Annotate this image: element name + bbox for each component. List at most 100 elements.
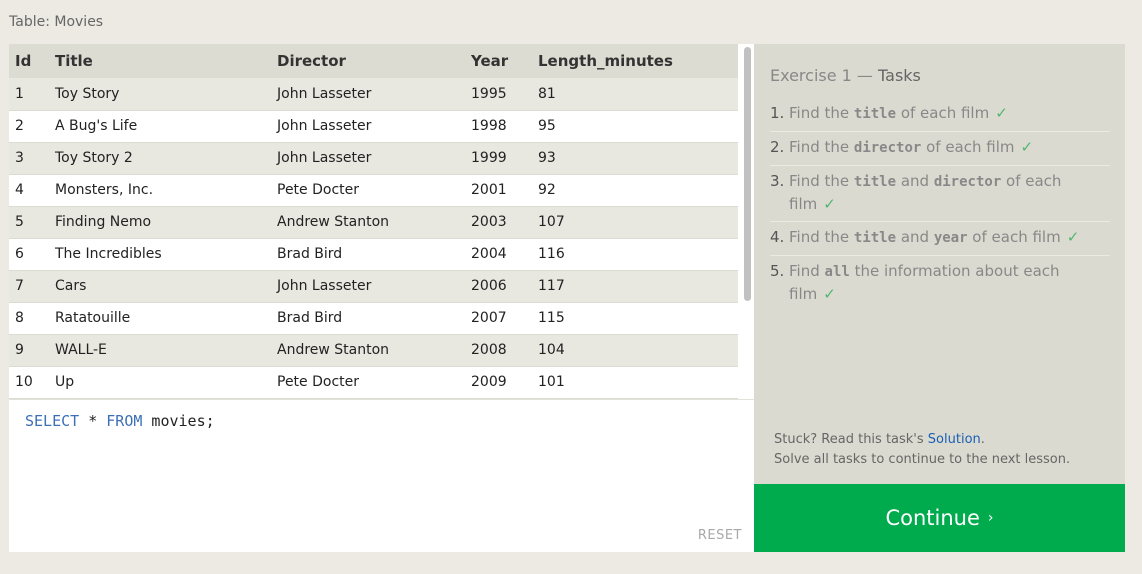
table-cell: Andrew Stanton	[271, 334, 465, 367]
task-number: 2.	[770, 138, 785, 156]
sql-keyword: FROM	[106, 412, 143, 430]
task-text: Find the	[789, 104, 854, 122]
table-row: 5 Finding Nemo Andrew Stanton 2003 107	[9, 206, 738, 239]
table-cell: 2001	[465, 174, 532, 207]
table-cell: 4	[9, 174, 49, 207]
task-number: 1.	[770, 104, 785, 122]
exercise-label: Exercise 1	[770, 66, 852, 85]
table-cell: 92	[532, 174, 738, 207]
table-cell: 1995	[465, 78, 532, 111]
table-cell: 9	[9, 334, 49, 367]
table-cell: 10	[9, 366, 49, 399]
task-number: 4.	[770, 228, 785, 246]
checkmark-icon: ✓	[823, 195, 836, 213]
table-cell: 101	[532, 366, 738, 399]
table-row: 3 Toy Story 2 John Lasseter 1999 93	[9, 142, 738, 175]
task-text: Find the	[789, 138, 854, 156]
table-cell: A Bug's Life	[49, 110, 271, 143]
table-cell: John Lasseter	[271, 270, 465, 303]
tasks-label: Tasks	[878, 66, 921, 85]
solution-link[interactable]: Solution	[928, 432, 981, 447]
table-row: 9 WALL-E Andrew Stanton 2008 104	[9, 334, 738, 367]
table-cell: Pete Docter	[271, 366, 465, 399]
task-keyword: director	[853, 140, 922, 156]
table-row: 6 The Incredibles Brad Bird 2004 116	[9, 238, 738, 271]
column-header: Id	[9, 44, 49, 78]
continue-button[interactable]: Continue ›	[754, 484, 1125, 552]
table-cell: Up	[49, 366, 271, 399]
table-cell: 2008	[465, 334, 532, 367]
task-item: 2. Find the director of each film ✓	[770, 132, 1110, 166]
table-cell: Toy Story	[49, 78, 271, 111]
table-cell: Brad Bird	[271, 302, 465, 335]
table-cell: 1998	[465, 110, 532, 143]
reset-button[interactable]: RESET	[698, 528, 742, 543]
help-text: Stuck? Read this task's Solution. Solve …	[774, 430, 1070, 470]
results-table-panel[interactable]: Id Title Director Year Length_minutes 1T…	[9, 44, 754, 399]
table-cell: 95	[532, 110, 738, 143]
table-cell: 116	[532, 238, 738, 271]
column-header: Title	[49, 44, 271, 78]
continue-label: Continue	[885, 506, 980, 530]
table-cell: Cars	[49, 270, 271, 303]
task-item: 3. Find the title and director of each fi…	[770, 166, 1110, 222]
column-header: Director	[271, 44, 465, 78]
table-caption: Table: Movies	[9, 14, 104, 30]
table-cell: 3	[9, 142, 49, 175]
task-number: 3.	[770, 172, 785, 190]
checkmark-icon: ✓	[1020, 138, 1034, 156]
task-keyword: title	[853, 174, 897, 190]
results-table: Id Title Director Year Length_minutes 1T…	[9, 44, 738, 399]
table-cell: 93	[532, 142, 738, 175]
checkmark-icon: ✓	[823, 285, 836, 303]
task-keyword: year	[933, 230, 968, 246]
checkmark-icon: ✓	[1066, 228, 1080, 246]
table-row: 1 Toy Story John Lasseter 1995 81	[9, 78, 738, 111]
task-text: Find	[789, 262, 825, 280]
table-cell: 1	[9, 78, 49, 111]
table-cell: John Lasseter	[271, 78, 465, 111]
table-cell: 2009	[465, 366, 532, 399]
table-cell: The Incredibles	[49, 238, 271, 271]
table-cell: 117	[532, 270, 738, 303]
title-separator: —	[851, 66, 879, 85]
column-header: Year	[465, 44, 532, 78]
table-cell: 104	[532, 334, 738, 367]
sql-editor[interactable]: SELECT * FROM movies; RESET	[9, 399, 754, 552]
checkmark-icon: ✓	[995, 104, 1008, 122]
table-cell: John Lasseter	[271, 142, 465, 175]
table-cell: 5	[9, 206, 49, 239]
task-keyword: title	[853, 106, 897, 122]
table-header-row: Id Title Director Year Length_minutes	[9, 44, 738, 78]
task-text: and	[896, 172, 934, 190]
task-list: 1. Find the title of each film ✓ 2. Find the…	[770, 98, 1110, 311]
task-item: 1. Find the title of each film ✓	[770, 98, 1110, 132]
table-cell: 7	[9, 270, 49, 303]
chevron-right-icon: ›	[987, 510, 994, 526]
column-header: Length_minutes	[532, 44, 738, 78]
task-text: Find the	[789, 172, 854, 190]
table-cell: John Lasseter	[271, 110, 465, 143]
task-text: of each film	[896, 104, 990, 122]
task-text: of each film	[967, 228, 1061, 246]
table-cell: Andrew Stanton	[271, 206, 465, 239]
table-cell: WALL-E	[49, 334, 271, 367]
task-item: 5. Find all the information about each fi…	[770, 256, 1110, 311]
task-keyword: director	[933, 174, 1002, 190]
sql-query[interactable]: SELECT * FROM movies;	[25, 412, 215, 430]
table-cell: 2006	[465, 270, 532, 303]
table-cell: 2004	[465, 238, 532, 271]
table-cell: 2003	[465, 206, 532, 239]
table-cell: 2007	[465, 302, 532, 335]
table-cell: 81	[532, 78, 738, 111]
tasks-panel: Exercise 1 — Tasks 1. Find the title of e…	[754, 44, 1125, 484]
sql-keyword: SELECT	[25, 412, 80, 430]
table-scrollbar[interactable]	[744, 47, 751, 301]
table-cell: 8	[9, 302, 49, 335]
table-row: 8 Ratatouille Brad Bird 2007 115	[9, 302, 738, 335]
task-text: and	[896, 228, 934, 246]
table-cell: Monsters, Inc.	[49, 174, 271, 207]
table-cell: Ratatouille	[49, 302, 271, 335]
task-number: 5.	[770, 262, 785, 280]
task-keyword: title	[853, 230, 897, 246]
